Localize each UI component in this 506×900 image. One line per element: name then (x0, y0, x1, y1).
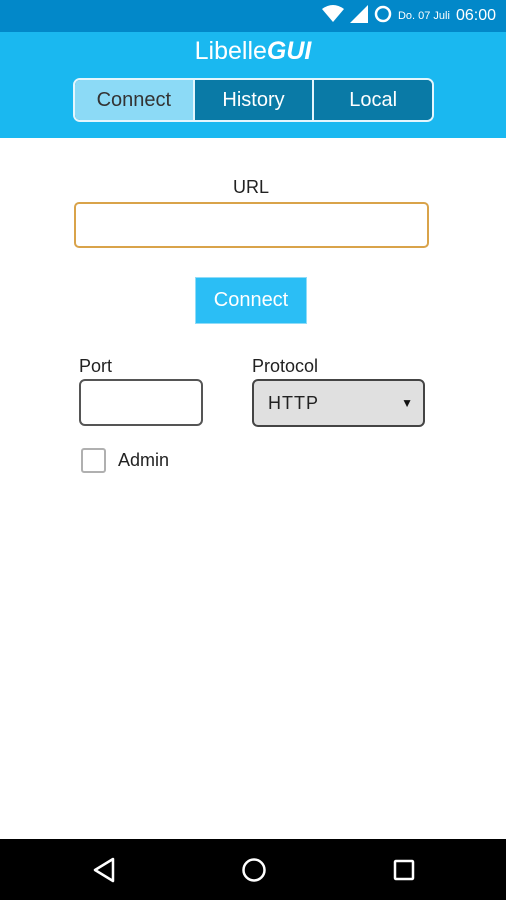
dropdown-arrow-icon: ▼ (401, 396, 414, 410)
tab-history[interactable]: History (192, 80, 313, 120)
admin-label: Admin (118, 450, 170, 470)
admin-checkbox[interactable] (81, 448, 106, 473)
url-label: URL (232, 177, 269, 197)
home-icon[interactable] (237, 853, 271, 887)
recents-icon[interactable] (387, 853, 421, 887)
app-title-regular: Libelle (194, 37, 267, 65)
port-label: Port (79, 356, 113, 376)
port-input[interactable] (79, 379, 203, 426)
tab-bar: Connect History Local (73, 78, 434, 122)
admin-checkbox-row[interactable]: Admin (81, 448, 169, 473)
signal-icon (349, 4, 368, 28)
tab-local[interactable]: Local (312, 80, 432, 120)
navigation-bar (0, 839, 506, 900)
status-date: Do. 07 Juli (397, 10, 450, 22)
status-time: 06:00 (455, 7, 496, 24)
app-title: LibelleGUI (0, 36, 506, 66)
wifi-icon (321, 4, 344, 28)
app-header: LibelleGUI Connect History Local (0, 32, 506, 138)
connect-button[interactable]: Connect (195, 277, 307, 324)
protocol-select[interactable]: HTTP ▼ (252, 379, 425, 427)
back-icon[interactable] (87, 853, 121, 887)
protocol-label: Protocol (252, 356, 319, 376)
app-title-bold: GUI (266, 37, 312, 65)
status-indicators: Do. 07 Juli 06:00 (321, 0, 496, 32)
status-bar: Do. 07 Juli 06:00 (0, 0, 506, 32)
protocol-selected-value: HTTP (268, 392, 319, 413)
url-input[interactable] (74, 202, 429, 248)
tab-connect[interactable]: Connect (75, 80, 193, 120)
sync-circle-icon (374, 5, 392, 28)
